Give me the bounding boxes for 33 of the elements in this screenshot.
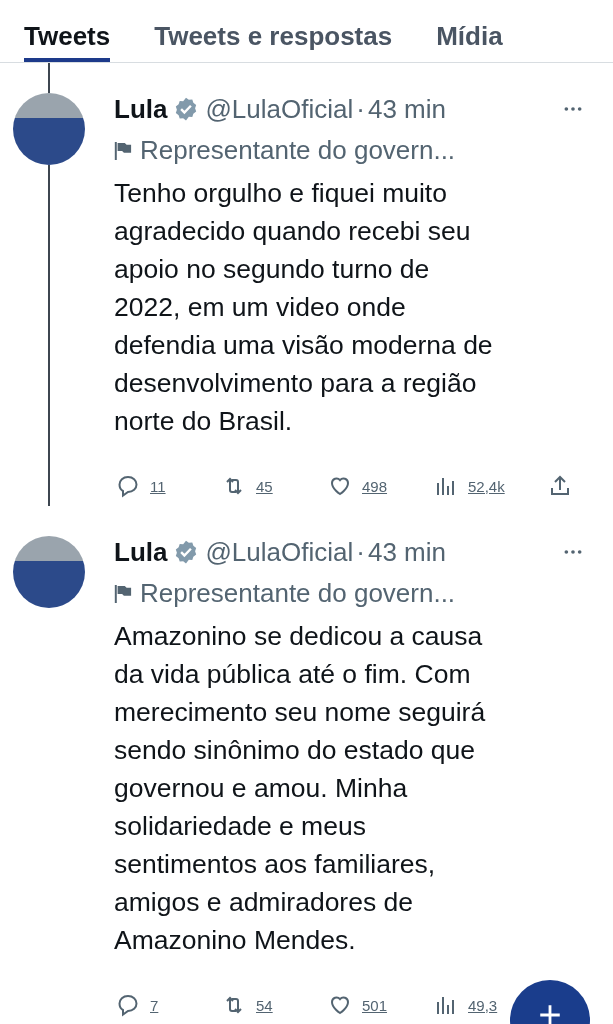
profile-tab[interactable]: Tweets [24,0,111,62]
separator-dot: · [356,93,365,125]
affiliation-label: Representante do govern... [140,578,456,609]
flag-icon [114,582,132,605]
reply-count[interactable]: 11 [150,477,166,495]
retweet-count[interactable]: 45 [256,477,273,495]
separator-dot: · [356,536,365,568]
author-name[interactable]: Lula [114,536,168,568]
affiliation-label: Representante do govern... [140,135,456,166]
reply-icon[interactable] [116,474,140,498]
profile-tab[interactable]: Tweets e respostas [154,0,393,62]
profile-tab[interactable]: Mídia [436,0,503,62]
like-count[interactable]: 498 [362,477,388,495]
more-options-icon[interactable] [563,105,583,113]
author-handle[interactable]: @LulaOficial [205,536,354,568]
tweet-time[interactable]: 43 min [367,536,446,568]
author-name[interactable]: Lula [114,93,168,125]
heart-icon[interactable] [328,993,352,1017]
more-options-icon[interactable] [563,548,583,556]
view-count[interactable]: 49,3 [468,996,498,1014]
plus-icon [537,1002,563,1024]
author-handle[interactable]: @LulaOficial [205,93,354,125]
share-icon[interactable] [548,474,572,498]
tweet-text: Tenho orgulho e fiquei muito agradecido quando recebi seu apoio no segundo turno de 2022, em um video onde defendia uma visão moderna de desenvolvimento para a região norte do Brasil. [114,177,494,438]
tweet-text: Amazonino se dedicou a causa da vida pública até o fim. Com merecimento seu nome seguirá sendo sinônimo do estado que governou e amou. Minha solidariedade e meus sentimentos aos familiares, amigos e admiradores de Amazonino Mendes. [114,620,487,957]
tweet-time[interactable]: 43 min [367,93,446,125]
retweet-count[interactable]: 54 [256,996,273,1014]
heart-icon[interactable] [328,474,352,498]
flag-icon [114,139,132,162]
like-count[interactable]: 501 [362,996,388,1014]
reply-icon[interactable] [116,993,140,1017]
view-count[interactable]: 52,4k [468,477,505,495]
reply-count[interactable]: 7 [150,996,159,1014]
